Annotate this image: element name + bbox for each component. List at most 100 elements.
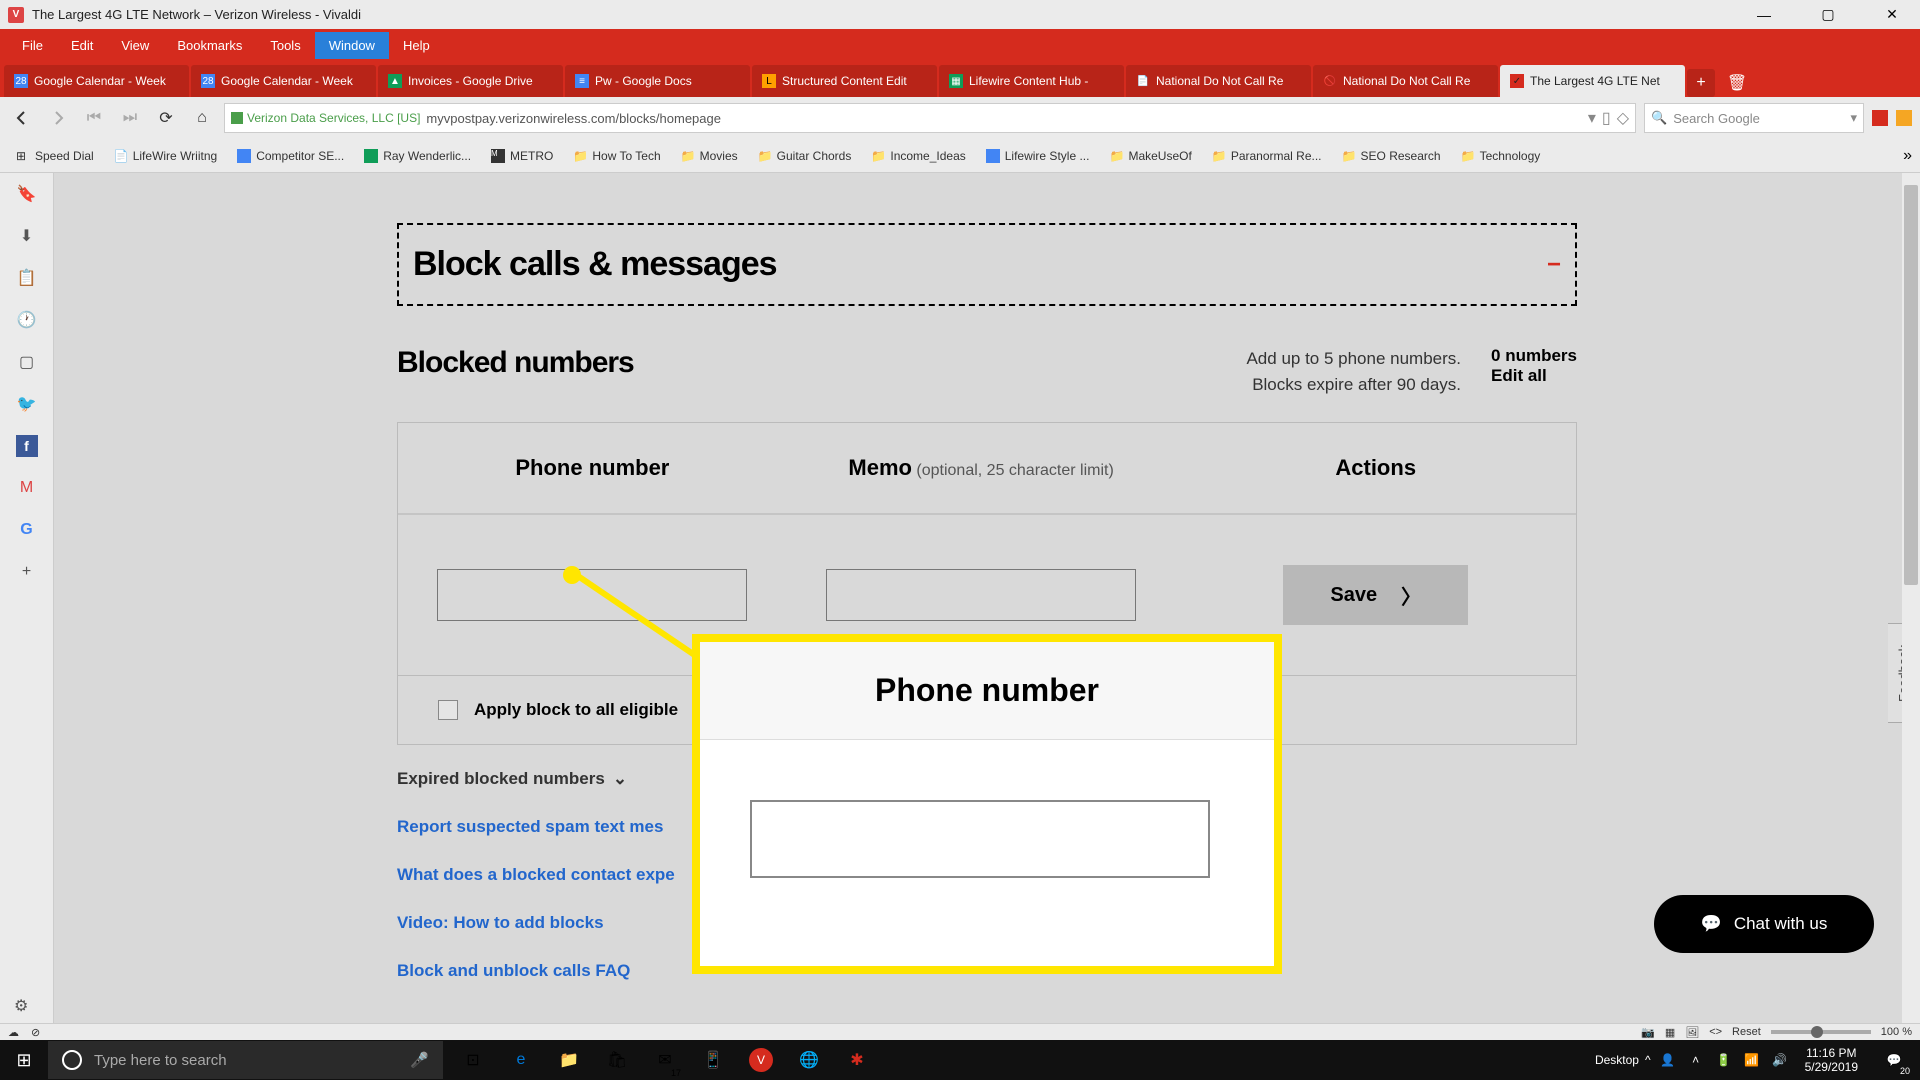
reader-icon[interactable]: ▯: [1602, 108, 1611, 128]
notes-panel-icon[interactable]: 📋: [16, 267, 38, 289]
bookmark-metro[interactable]: MMETRO: [483, 145, 561, 167]
extension-icon-1[interactable]: [1872, 110, 1888, 126]
search-dropdown-icon[interactable]: ▾: [1850, 110, 1857, 126]
rewind-button[interactable]: ⏮: [80, 104, 108, 132]
bookmark-seo-research[interactable]: 📁SEO Research: [1334, 145, 1449, 167]
settings-gear-icon[interactable]: ⚙: [14, 996, 36, 1018]
minimize-button[interactable]: —: [1744, 0, 1784, 29]
downloads-panel-icon[interactable]: ⬇: [16, 225, 38, 247]
url-input[interactable]: Verizon Data Services, LLC [US] myvpostp…: [224, 103, 1636, 133]
tab-lifewire-hub[interactable]: ▦Lifewire Content Hub -: [939, 65, 1124, 97]
mail-icon[interactable]: ✉17: [643, 1040, 687, 1080]
status-sync-icon[interactable]: ☁: [8, 1026, 19, 1039]
bookmark-lifewire-style[interactable]: Lifewire Style ...: [978, 145, 1098, 167]
menu-view[interactable]: View: [107, 32, 163, 59]
tab-donotcall-1[interactable]: 📄National Do Not Call Re: [1126, 65, 1311, 97]
google-icon[interactable]: G: [16, 519, 38, 541]
dropdown-icon[interactable]: ▾: [1588, 108, 1596, 128]
system-clock[interactable]: 11:16 PM 5/29/2019: [1797, 1046, 1866, 1075]
bookmarks-panel-icon[interactable]: 🔖: [16, 183, 38, 205]
phone-number-input[interactable]: [437, 569, 747, 621]
tab-google-calendar-1[interactable]: 28Google Calendar - Week: [4, 65, 189, 97]
store-icon[interactable]: 🛍: [595, 1040, 639, 1080]
collapse-icon[interactable]: −: [1547, 251, 1561, 279]
tab-google-calendar-2[interactable]: 28Google Calendar - Week: [191, 65, 376, 97]
tab-verizon-active[interactable]: ✓The Largest 4G LTE Net: [1500, 65, 1685, 97]
block-calls-header[interactable]: Block calls & messages −: [397, 223, 1577, 306]
status-block-icon[interactable]: ⊘: [31, 1026, 40, 1039]
close-button[interactable]: ✕: [1872, 0, 1912, 29]
bookmark-guitar-chords[interactable]: 📁Guitar Chords: [750, 145, 860, 167]
tiling-icon[interactable]: ▦: [1665, 1026, 1675, 1039]
forward-button[interactable]: [44, 104, 72, 132]
history-panel-icon[interactable]: 🕐: [16, 309, 38, 331]
facebook-icon[interactable]: f: [16, 435, 38, 457]
menu-help[interactable]: Help: [389, 32, 444, 59]
bookmark-lifewire-writing[interactable]: 📄LifeWire Wriitng: [106, 145, 225, 167]
maximize-button[interactable]: ▢: [1808, 0, 1848, 29]
tab-pw-docs[interactable]: ≡Pw - Google Docs: [565, 65, 750, 97]
page-actions-icon[interactable]: <>: [1709, 1026, 1722, 1038]
capture-icon[interactable]: 📷: [1641, 1026, 1655, 1039]
images-icon[interactable]: 🖼: [1685, 1026, 1699, 1039]
bookmark-how-to-tech[interactable]: 📁How To Tech: [565, 145, 668, 167]
search-input[interactable]: 🔍 Search Google ▾: [1644, 103, 1864, 133]
reload-button[interactable]: ⟳: [152, 104, 180, 132]
bookmark-speed-dial[interactable]: ⊞Speed Dial: [8, 145, 102, 167]
bookmark-paranormal[interactable]: 📁Paranormal Re...: [1204, 145, 1330, 167]
edge-icon[interactable]: e: [499, 1040, 543, 1080]
battery-icon[interactable]: 🔋: [1713, 1049, 1735, 1071]
add-panel-icon[interactable]: +: [16, 561, 38, 583]
windows-search[interactable]: Type here to search 🎤: [48, 1041, 443, 1079]
menu-file[interactable]: File: [8, 32, 57, 59]
tray-up-icon[interactable]: ˄: [1685, 1049, 1707, 1071]
chat-button[interactable]: 💬 Chat with us: [1654, 895, 1874, 953]
back-button[interactable]: [8, 104, 36, 132]
desktop-label[interactable]: Desktop: [1595, 1053, 1639, 1067]
chrome-icon[interactable]: 🌐: [787, 1040, 831, 1080]
task-view-icon[interactable]: ⊡: [451, 1040, 495, 1080]
edit-all-link[interactable]: Edit all: [1491, 366, 1577, 386]
action-center-icon[interactable]: 💬20: [1872, 1040, 1916, 1080]
bookmark-movies[interactable]: 📁Movies: [673, 145, 746, 167]
tray-overflow-icon[interactable]: ^: [1645, 1053, 1651, 1067]
menu-tools[interactable]: Tools: [256, 32, 314, 59]
tab-invoices[interactable]: ▲Invoices - Google Drive: [378, 65, 563, 97]
gmail-icon[interactable]: M: [16, 477, 38, 499]
bookmark-technology[interactable]: 📁Technology: [1453, 145, 1549, 167]
app-icon[interactable]: ✱: [835, 1040, 879, 1080]
start-button[interactable]: ⊞: [0, 1040, 48, 1080]
scrollbar-thumb[interactable]: [1904, 185, 1918, 585]
extension-icon-2[interactable]: [1896, 110, 1912, 126]
vertical-scrollbar[interactable]: [1902, 173, 1920, 1023]
bookmark-competitor-se[interactable]: Competitor SE...: [229, 145, 352, 167]
apply-all-checkbox[interactable]: [438, 700, 458, 720]
home-button[interactable]: ⌂: [188, 104, 216, 132]
bookmarks-overflow[interactable]: »: [1903, 147, 1912, 165]
phone-icon[interactable]: 📱: [691, 1040, 735, 1080]
fastforward-button[interactable]: ⏭: [116, 104, 144, 132]
wifi-icon[interactable]: 📶: [1741, 1049, 1763, 1071]
bookmark-ray-wenderlich[interactable]: Ray Wenderlic...: [356, 145, 479, 167]
bookmark-page-icon[interactable]: ◇: [1617, 108, 1629, 128]
menu-edit[interactable]: Edit: [57, 32, 107, 59]
twitter-icon[interactable]: 🐦: [16, 393, 38, 415]
people-icon[interactable]: 👤: [1657, 1049, 1679, 1071]
memo-input[interactable]: [826, 569, 1136, 621]
file-explorer-icon[interactable]: 📁: [547, 1040, 591, 1080]
tab-donotcall-2[interactable]: 🚫National Do Not Call Re: [1313, 65, 1498, 97]
bookmark-makeuseof[interactable]: 📁MakeUseOf: [1101, 145, 1199, 167]
tab-structured-content[interactable]: LStructured Content Edit: [752, 65, 937, 97]
menu-bookmarks[interactable]: Bookmarks: [163, 32, 256, 59]
save-button[interactable]: Save 〉: [1283, 565, 1468, 625]
volume-icon[interactable]: 🔊: [1769, 1049, 1791, 1071]
bookmark-income-ideas[interactable]: 📁Income_Ideas: [863, 145, 973, 167]
window-panel-icon[interactable]: ▢: [16, 351, 38, 373]
new-tab-button[interactable]: +: [1687, 69, 1715, 97]
menu-window[interactable]: Window: [315, 32, 389, 59]
closed-tabs-button[interactable]: 🗑: [1723, 69, 1751, 97]
zoom-slider[interactable]: [1771, 1030, 1871, 1034]
vivaldi-taskbar-icon[interactable]: V: [739, 1040, 783, 1080]
zoom-reset[interactable]: Reset: [1732, 1026, 1761, 1038]
mic-icon[interactable]: 🎤: [410, 1051, 429, 1069]
